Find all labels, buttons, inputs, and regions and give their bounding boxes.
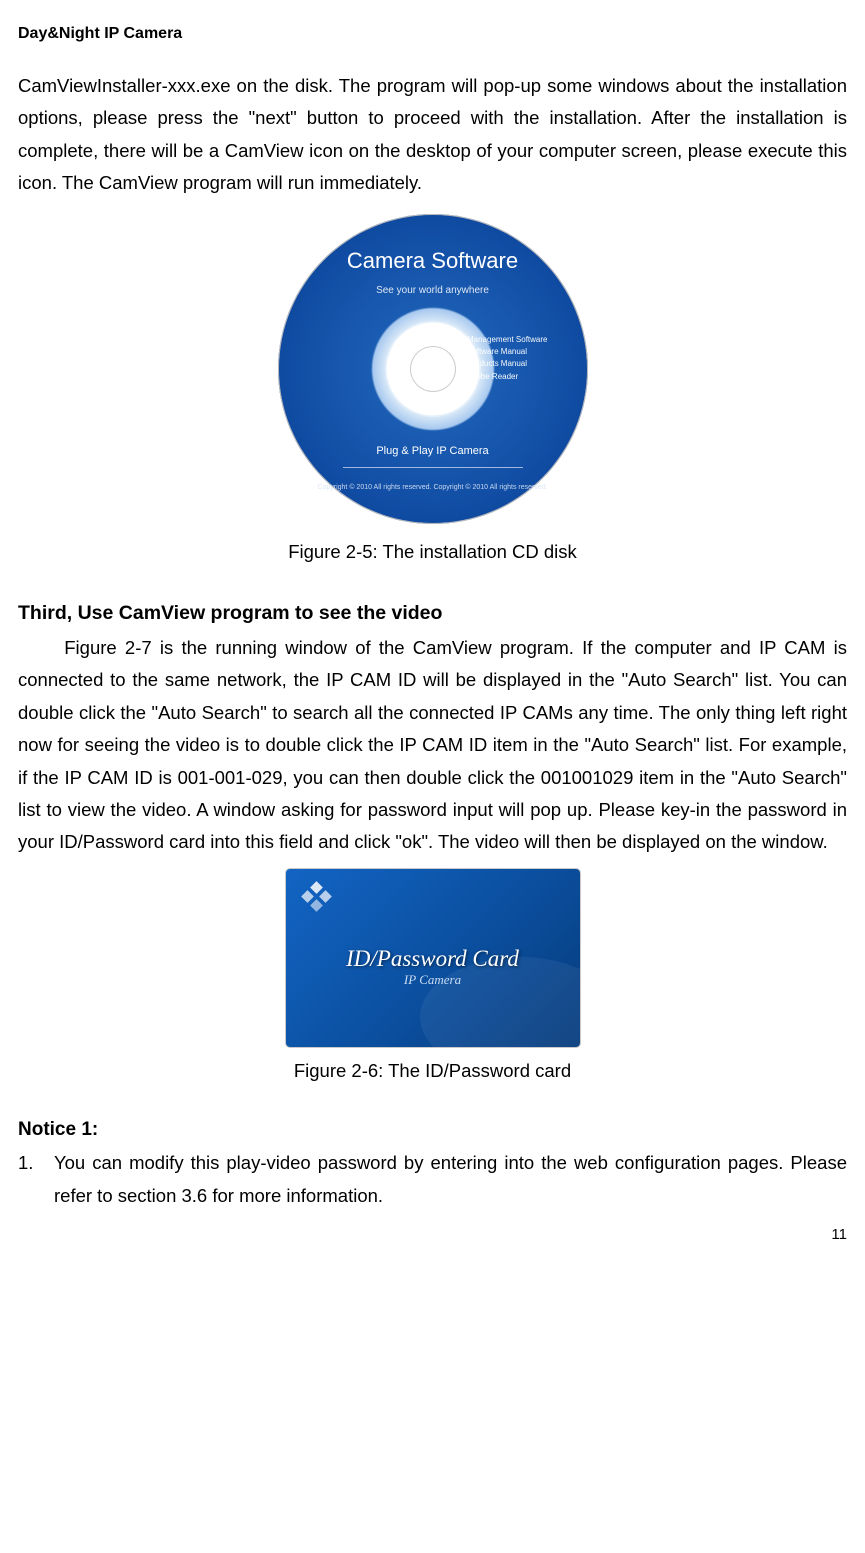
cd-subtitle: See your world anywhere [278,282,588,300]
cd-hole [410,346,456,392]
notice-list-item: 1. You can modify this play-video passwo… [18,1147,847,1212]
cd-title: Camera Software [278,242,588,281]
page-header: Day&Night IP Camera [18,20,847,48]
notice-num: 1. [18,1147,54,1212]
section-heading-third: Third, Use CamView program to see the vi… [18,596,847,630]
card-logo [300,883,338,913]
card-figure: ID/Password Card IP Camera [18,869,847,1047]
cd-disk-graphic: Camera Software See your world anywhere … [278,214,588,524]
cd-item: Management Software [462,334,547,346]
cd-title-block: Camera Software See your world anywhere [278,242,588,300]
notice-text: You can modify this play-video password … [54,1147,847,1212]
id-password-card: ID/Password Card IP Camera [286,869,580,1047]
figure-caption-1: Figure 2-5: The installation CD disk [18,536,847,568]
figure-caption-2: Figure 2-6: The ID/Password card [18,1055,847,1087]
cd-footer-text: Plug & Play IP Camera [376,445,488,457]
paragraph-camview: Figure 2-7 is the running window of the … [18,632,847,859]
cd-copyright: Copyright © 2010 All rights reserved. Co… [278,482,588,494]
notice-heading: Notice 1: [18,1113,847,1146]
paragraph-installation: CamViewInstaller-xxx.exe on the disk. Th… [18,70,847,200]
cd-rule [343,467,523,468]
card-subtitle: IP Camera [286,969,580,992]
cd-footer: Plug & Play IP Camera [278,442,588,467]
cd-figure: Camera Software See your world anywhere … [18,214,847,524]
page-number: 11 [18,1222,847,1248]
